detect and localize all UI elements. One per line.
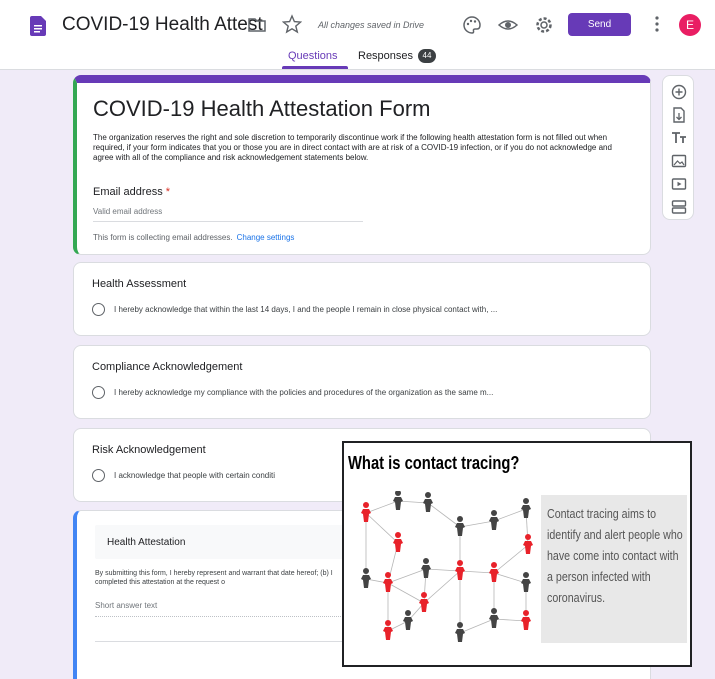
infected-person-icon	[521, 610, 531, 630]
contact-network-illustration	[361, 491, 533, 642]
question-title: Health Attestation	[107, 537, 186, 548]
question-title: Risk Acknowledgement	[92, 444, 206, 456]
contact-link	[493, 544, 529, 574]
contact-link	[459, 570, 495, 574]
person-icon	[421, 558, 431, 578]
question-description: By submitting this form, I hereby repres…	[95, 570, 333, 586]
contact-link	[493, 508, 527, 522]
app-header: COVID-19 Health Attest All changes saved…	[0, 0, 715, 70]
add-question-icon[interactable]	[671, 84, 687, 100]
person-icon	[521, 572, 531, 592]
question-title: Health Assessment	[92, 278, 187, 290]
send-button[interactable]: Send	[568, 13, 631, 36]
infographic-text: Contact tracing aims to identify and ale…	[547, 506, 683, 605]
star-icon[interactable]	[282, 14, 302, 34]
infected-person-icon	[393, 532, 403, 552]
person-icon	[361, 568, 371, 588]
form-title-card[interactable]: COVID-19 Health Attestation Form The org…	[73, 75, 651, 255]
person-icon	[489, 510, 499, 530]
palette-icon[interactable]	[462, 15, 482, 35]
floating-toolbar	[662, 75, 694, 220]
avatar[interactable]: E	[679, 14, 701, 36]
tab-questions[interactable]: Questions	[288, 50, 338, 62]
contact-link	[365, 512, 399, 544]
radio-option[interactable]: I hereby acknowledge my compliance with …	[92, 386, 637, 400]
settings-gear-icon[interactable]	[534, 15, 554, 35]
contact-link	[387, 568, 427, 584]
contact-link	[387, 582, 425, 604]
add-video-icon[interactable]	[671, 176, 687, 192]
person-icon	[393, 491, 403, 510]
add-title-icon[interactable]	[671, 130, 687, 146]
infected-person-icon	[523, 534, 533, 554]
person-icon	[521, 498, 531, 518]
contact-link	[427, 502, 461, 528]
form-title[interactable]: COVID-19 Health Attestation Form	[93, 96, 430, 122]
person-icon	[423, 492, 433, 512]
add-image-icon[interactable]	[671, 153, 687, 169]
radio-button[interactable]	[92, 386, 105, 399]
question-title: Compliance Acknowledgement	[92, 361, 243, 373]
infected-person-icon	[361, 502, 371, 522]
contact-link	[423, 570, 461, 604]
infected-person-icon	[383, 572, 393, 592]
contact-link	[425, 568, 461, 572]
change-settings-link[interactable]: Change settings	[237, 233, 295, 242]
person-icon	[455, 516, 465, 536]
add-section-icon[interactable]	[671, 199, 687, 215]
infected-person-icon	[383, 620, 393, 640]
infected-person-icon	[455, 560, 465, 580]
infected-person-icon	[489, 562, 499, 582]
form-description[interactable]: The organization reserves the right and …	[93, 133, 633, 163]
active-tab-indicator	[282, 66, 348, 69]
person-icon	[489, 608, 499, 628]
person-icon	[403, 610, 413, 630]
person-icon	[455, 622, 465, 642]
contact-link	[459, 618, 495, 634]
collecting-notice: This form is collecting email addresses.…	[93, 233, 295, 242]
email-field[interactable]: Valid email address	[93, 207, 363, 222]
contact-link	[459, 520, 495, 528]
save-status: All changes saved in Drive	[318, 20, 425, 30]
contact-link	[493, 572, 527, 584]
document-title[interactable]: COVID-19 Health Attest	[62, 14, 263, 36]
radio-button[interactable]	[92, 303, 105, 316]
folder-icon[interactable]	[248, 17, 266, 32]
question-card-compliance[interactable]: Compliance Acknowledgement I hereby ackn…	[73, 345, 651, 419]
divider	[95, 641, 345, 642]
forms-logo-icon[interactable]	[30, 16, 46, 36]
import-questions-icon[interactable]	[671, 107, 687, 123]
contact-tracing-infographic: What is contact tracing? Contact tracing…	[342, 441, 692, 667]
radio-option[interactable]: I hereby acknowledge that within the las…	[92, 303, 637, 317]
email-label: Email address *	[93, 186, 171, 198]
option-label: I hereby acknowledge that within the las…	[114, 305, 498, 314]
radio-button[interactable]	[92, 469, 105, 482]
tab-responses[interactable]: Responses	[358, 50, 413, 62]
responses-count-badge: 44	[418, 49, 436, 63]
contact-link	[365, 500, 399, 514]
infected-person-icon	[419, 592, 429, 612]
question-card-health-assessment[interactable]: Health Assessment I hereby acknowledge t…	[73, 262, 651, 336]
infographic-title: What is contact tracing?	[348, 453, 520, 473]
preview-eye-icon[interactable]	[498, 15, 518, 35]
option-label: I hereby acknowledge my compliance with …	[114, 388, 494, 397]
more-vert-icon[interactable]	[652, 14, 662, 34]
short-answer-field[interactable]: Short answer text	[95, 601, 345, 617]
infographic-textbox: Contact tracing aims to identify and ale…	[541, 495, 687, 643]
required-asterisk: *	[165, 186, 171, 198]
